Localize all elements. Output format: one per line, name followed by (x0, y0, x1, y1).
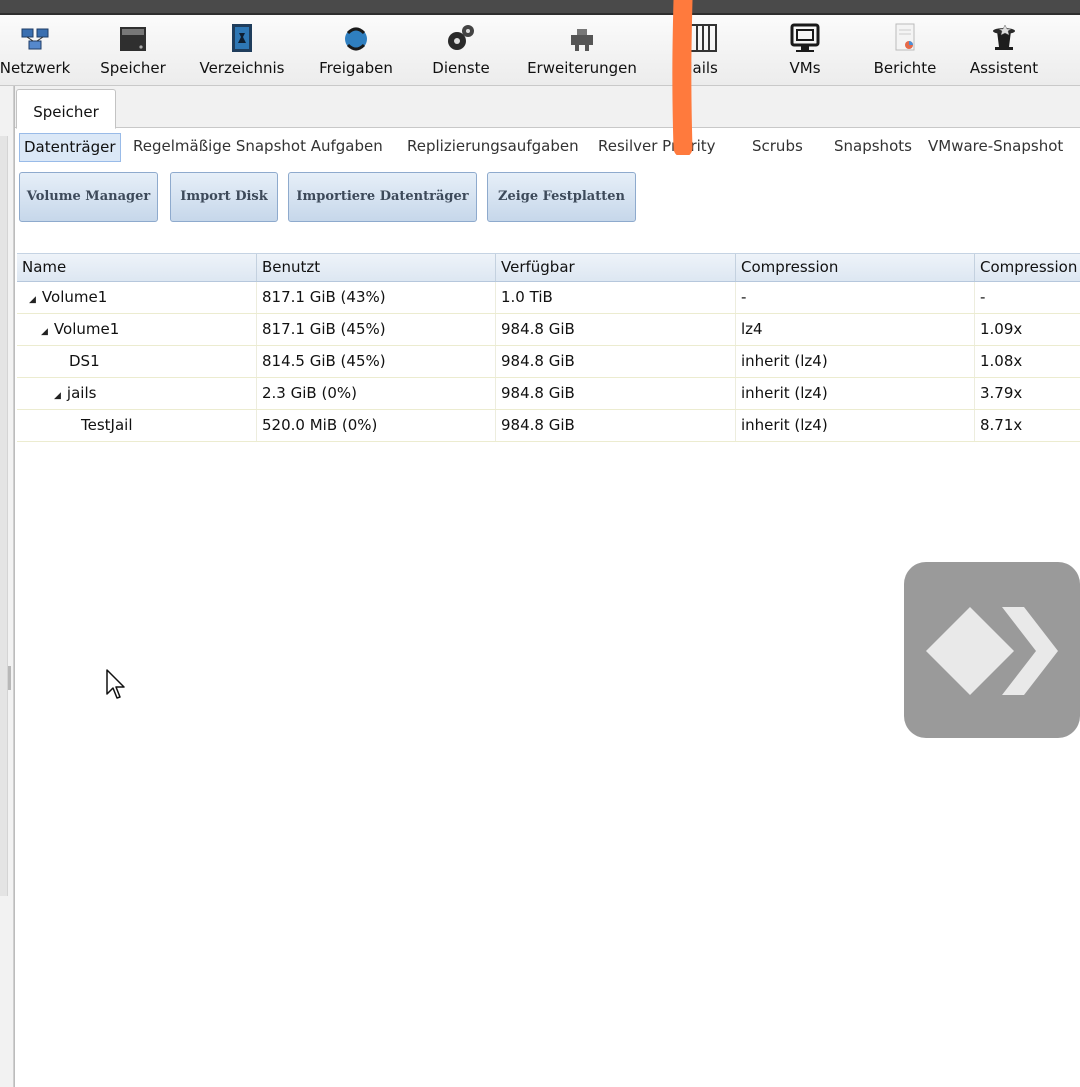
cell-compression-ratio: 3.79x (975, 378, 1080, 409)
left-panel-tree (0, 136, 8, 896)
cell-compression: - (736, 282, 975, 313)
row-name: Volume1 (53, 320, 120, 338)
toolbar-wizard-label: Assistent (969, 59, 1039, 77)
import-disk-button[interactable]: Import Disk (170, 172, 278, 222)
table-row[interactable]: ◢ Volume1 817.1 GiB (43%) 1.0 TiB - - (17, 282, 1080, 314)
expand-triangle-icon[interactable]: ◢ (41, 327, 48, 337)
toolbar-network-label: Netzwerk (0, 59, 71, 77)
cell-compression: lz4 (736, 314, 975, 345)
toolbar-storage[interactable]: Speicher (93, 15, 173, 85)
subtab-snapshots[interactable]: Snapshots (834, 133, 912, 160)
remote-desktop-overlay[interactable] (904, 562, 1080, 738)
expand-triangle-icon[interactable]: ◢ (54, 391, 61, 401)
volumes-table: Name Benutzt Verfügbar Compression Compr… (17, 253, 1080, 442)
column-header-used[interactable]: Benutzt (257, 254, 496, 281)
storage-subtabs: Datenträger Regelmäßige Snapshot Aufgabe… (15, 128, 1080, 164)
remote-desktop-logo-icon (926, 607, 1058, 695)
cell-used: 2.3 GiB (0%) (257, 378, 496, 409)
cell-compression-ratio: 1.08x (975, 346, 1080, 377)
cell-used: 817.1 GiB (43%) (257, 282, 496, 313)
table-row[interactable]: DS1 814.5 GiB (45%) 984.8 GiB inherit (l… (17, 346, 1080, 378)
cell-compression: inherit (lz4) (736, 346, 975, 377)
sharing-icon (345, 27, 367, 51)
subtab-vmware-snapshot[interactable]: VMware-Snapshot (928, 133, 1063, 160)
mouse-cursor-icon (106, 669, 125, 699)
main-tab-strip: Speicher (15, 86, 1080, 129)
cell-name: ◢ Volume1 (17, 314, 257, 345)
cell-name: ◢ Volume1 (17, 282, 257, 313)
table-row[interactable]: ◢ jails 2.3 GiB (0%) 984.8 GiB inherit (l… (17, 378, 1080, 410)
row-name: Volume1 (41, 288, 108, 306)
volume-manager-button[interactable]: Volume Manager (19, 172, 158, 222)
cell-available: 984.8 GiB (496, 410, 736, 441)
expand-triangle-icon[interactable]: ◢ (29, 295, 36, 305)
network-icon (21, 28, 49, 50)
toolbar-plugins[interactable]: Erweiterungen (522, 15, 642, 85)
storage-icon (120, 27, 146, 51)
toolbar-services-label: Dienste (432, 59, 490, 77)
cell-compression: inherit (lz4) (736, 410, 975, 441)
cell-compression-ratio: - (975, 282, 1080, 313)
subtab-volumes[interactable]: Datenträger (19, 133, 121, 162)
toolbar-directory[interactable]: Verzeichnis (192, 15, 292, 85)
window-top-strip (0, 0, 1080, 15)
column-header-available[interactable]: Verfügbar (496, 254, 736, 281)
import-volume-button[interactable]: Importiere Datenträger (288, 172, 477, 222)
orange-annotation-stroke (672, 0, 693, 155)
tab-storage[interactable]: Speicher (16, 89, 116, 129)
column-header-compression-ratio[interactable]: Compression Ratio (975, 254, 1080, 281)
toolbar-wizard[interactable]: Assistent (962, 15, 1046, 85)
toolbar-reports-label: Berichte (873, 59, 937, 77)
cell-name: DS1 (17, 346, 257, 377)
toolbar-reports[interactable]: Berichte (864, 15, 946, 85)
cell-available: 984.8 GiB (496, 346, 736, 377)
column-header-compression[interactable]: Compression (736, 254, 975, 281)
cell-compression-ratio: 8.71x (975, 410, 1080, 441)
toolbar-directory-label: Verzeichnis (199, 59, 285, 77)
services-icon (448, 25, 474, 50)
toolbar-sharing-label: Freigaben (319, 59, 393, 77)
table-header: Name Benutzt Verfügbar Compression Compr… (17, 253, 1080, 282)
column-header-name[interactable]: Name (17, 254, 257, 281)
subtab-resilver-priority[interactable]: Resilver Priority (598, 133, 716, 160)
cell-used: 520.0 MiB (0%) (257, 410, 496, 441)
main-toolbar: Netzwerk Speicher Verzeichnis Freigaben (0, 15, 1080, 86)
cell-available: 984.8 GiB (496, 314, 736, 345)
cell-available: 984.8 GiB (496, 378, 736, 409)
view-disks-button[interactable]: Zeige Festplatten (487, 172, 636, 222)
row-name: jails (66, 384, 97, 402)
cell-used: 817.1 GiB (45%) (257, 314, 496, 345)
toolbar-services[interactable]: Dienste (421, 15, 501, 85)
plugins-icon (571, 29, 593, 51)
subtab-periodic-snapshot-tasks[interactable]: Regelmäßige Snapshot Aufgaben (133, 133, 383, 160)
cell-compression: inherit (lz4) (736, 378, 975, 409)
subtab-scrubs[interactable]: Scrubs (752, 133, 803, 160)
toolbar-vms-label: VMs (789, 59, 821, 77)
toolbar-vms[interactable]: VMs (765, 15, 845, 85)
cell-available: 1.0 TiB (496, 282, 736, 313)
cell-compression-ratio: 1.09x (975, 314, 1080, 345)
directory-icon (232, 24, 252, 52)
cell-name: ◢ jails (17, 378, 257, 409)
toolbar-sharing[interactable]: Freigaben (311, 15, 401, 85)
toolbar-storage-label: Speicher (100, 59, 166, 77)
cell-used: 814.5 GiB (45%) (257, 346, 496, 377)
toolbar-plugins-label: Erweiterungen (527, 59, 637, 77)
vms-icon (790, 23, 820, 52)
left-navigation-panel (0, 86, 14, 1087)
table-row[interactable]: ◢ Volume1 817.1 GiB (45%) 984.8 GiB lz4 1… (17, 314, 1080, 346)
table-row[interactable]: TestJail 520.0 MiB (0%) 984.8 GiB inheri… (17, 410, 1080, 442)
cell-name: TestJail (17, 410, 257, 441)
wizard-icon (993, 24, 1015, 50)
panel-splitter-handle[interactable] (8, 666, 11, 690)
subtab-replication-tasks[interactable]: Replizierungsaufgaben (407, 133, 579, 160)
reports-icon (895, 23, 915, 51)
toolbar-network[interactable]: Netzwerk (0, 15, 76, 85)
